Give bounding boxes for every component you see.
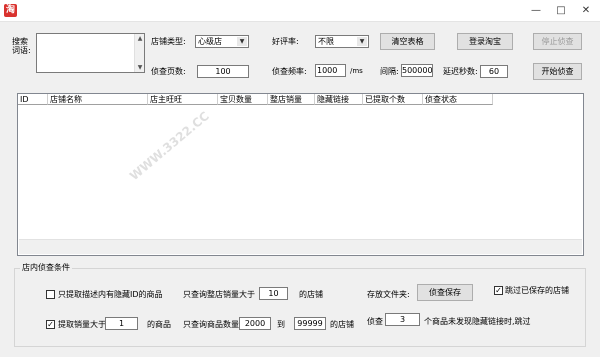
only-shop-sales-suffix: 的店铺 — [299, 290, 323, 299]
check-prefix: 侦查 — [367, 317, 383, 326]
checkmark-icon: ✓ — [495, 286, 502, 295]
search-label-line2: 词语: — [12, 46, 31, 55]
scroll-up-icon[interactable]: ▲ — [135, 35, 145, 42]
item-count-prefix: 只查询商品数量 — [183, 320, 239, 329]
column-header-owner-wangwang[interactable]: 店主旺旺 — [148, 94, 218, 105]
praise-rate-select[interactable]: 不限 ▼ — [315, 35, 369, 48]
extract-sales-checkbox[interactable]: ✓ — [46, 320, 55, 329]
item-count-min-input[interactable]: 2000 — [239, 317, 271, 330]
extract-sales-suffix: 的商品 — [147, 320, 171, 329]
shop-type-value: 心级店 — [198, 37, 222, 46]
close-button[interactable]: ✕ — [575, 0, 597, 22]
shop-type-label: 店铺类型: — [151, 37, 186, 46]
stop-check-button[interactable]: 停止侦查 — [533, 33, 582, 50]
minimize-button[interactable]: — — [525, 0, 547, 22]
save-check-button[interactable]: 侦查保存 — [417, 284, 473, 301]
results-table[interactable]: ID 店铺名称 店主旺旺 宝贝数量 整店销量 隐藏链接 已提取个数 侦查状态 — [17, 93, 584, 256]
check-freq-input[interactable]: 1000 — [315, 64, 346, 77]
interval-input[interactable]: 5000000 — [401, 64, 433, 77]
login-taobao-button[interactable]: 登录淘宝 — [457, 33, 513, 50]
conditions-title: 店内侦查条件 — [20, 262, 72, 274]
search-words-scrollbar[interactable]: ▲ ▼ — [134, 34, 144, 72]
column-header-item-count[interactable]: 宝贝数量 — [218, 94, 268, 105]
conditions-group — [14, 268, 586, 347]
item-count-to: 到 — [277, 320, 285, 329]
only-hidden-label: 只提取描述内有隐藏ID的商品 — [58, 290, 163, 299]
item-count-max-input[interactable]: 99999 — [294, 317, 326, 330]
skip-saved-label: 跳过已保存的店铺 — [505, 286, 569, 295]
column-header-shop-name[interactable]: 店铺名称 — [48, 94, 148, 105]
maximize-button[interactable]: □ — [550, 0, 572, 22]
scroll-down-icon[interactable]: ▼ — [135, 64, 145, 71]
check-freq-unit: /ms — [350, 67, 363, 75]
only-hidden-checkbox[interactable] — [46, 290, 55, 299]
check-count-input[interactable]: 3 — [385, 313, 420, 326]
check-pages-input[interactable]: 100 — [197, 65, 249, 78]
checkmark-icon: ✓ — [47, 320, 54, 329]
check-suffix: 个商品未发现隐藏链接时,跳过 — [424, 317, 531, 326]
save-folder-label: 存放文件夹: — [367, 290, 410, 299]
results-horizontal-scrollbar[interactable] — [19, 239, 582, 254]
extract-sales-input[interactable]: 1 — [105, 317, 138, 330]
column-header-check-status[interactable]: 侦查状态 — [423, 94, 493, 105]
check-freq-label: 侦查频率: — [272, 67, 307, 76]
skip-saved-checkbox[interactable]: ✓ — [494, 286, 503, 295]
delay-label: 延迟秒数: — [443, 67, 478, 76]
praise-rate-value: 不限 — [318, 37, 334, 46]
item-count-suffix: 的店铺 — [330, 320, 354, 329]
check-pages-label: 侦查页数: — [151, 67, 186, 76]
column-header-shop-sales[interactable]: 整店销量 — [268, 94, 315, 105]
column-header-hidden-link[interactable]: 隐藏链接 — [315, 94, 363, 105]
clear-table-button[interactable]: 清空表格 — [380, 33, 435, 50]
app-icon: 淘 — [4, 4, 17, 17]
delay-input[interactable]: 60 — [480, 65, 508, 78]
interval-label: 间隔: — [380, 67, 399, 76]
title-bar — [0, 0, 600, 22]
shop-type-select[interactable]: 心级店 ▼ — [195, 35, 249, 48]
column-header-extracted-count[interactable]: 已提取个数 — [363, 94, 423, 105]
praise-rate-label: 好评率: — [272, 37, 299, 46]
column-header-id[interactable]: ID — [18, 94, 48, 105]
extract-sales-label: 提取销量大于 — [58, 320, 106, 329]
chevron-down-icon[interactable]: ▼ — [237, 37, 247, 46]
search-words-input[interactable]: ▲ ▼ — [36, 33, 145, 73]
chevron-down-icon[interactable]: ▼ — [357, 37, 367, 46]
only-shop-sales-prefix: 只查询整店销量大于 — [183, 290, 255, 299]
only-shop-sales-input[interactable]: 10 — [259, 287, 288, 300]
start-check-button[interactable]: 开始侦查 — [533, 63, 582, 80]
